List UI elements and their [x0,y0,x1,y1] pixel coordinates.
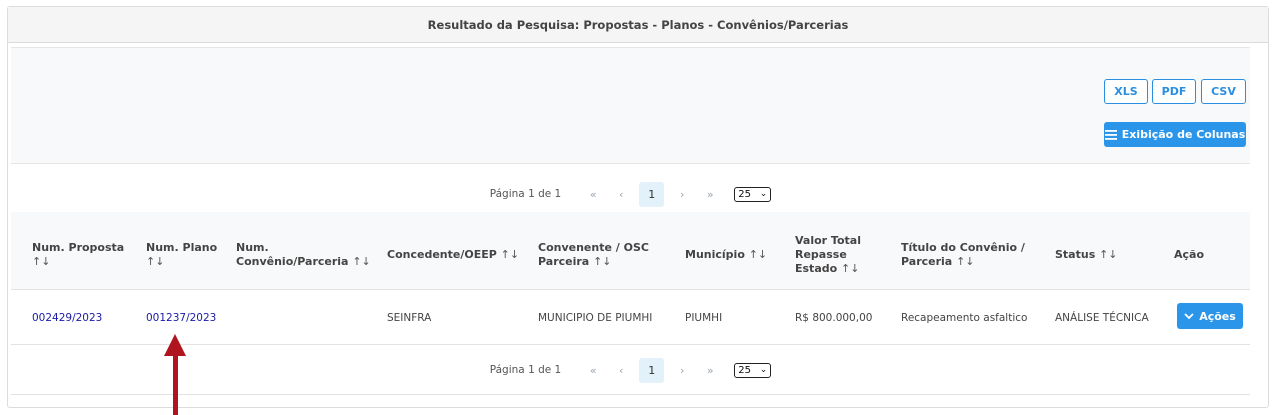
first-page-button[interactable]: « [579,188,607,201]
sort-icon[interactable]: ↑↓ [501,248,519,261]
sort-icon[interactable]: ↑↓ [352,255,370,268]
export-pdf-button[interactable]: PDF [1152,79,1196,104]
prev-page-button[interactable]: ‹ [607,364,635,377]
valor-cell: R$ 800.000,00 [795,312,873,324]
export-csv-button[interactable]: CSV [1201,79,1246,104]
municipio-cell: PIUMHI [685,312,723,324]
panel-title: Resultado da Pesquisa: Propostas - Plano… [8,7,1268,43]
page-size-value: 25 [738,188,751,200]
first-page-button[interactable]: « [579,364,607,377]
col-status[interactable]: Status ↑↓ [1055,248,1118,262]
col-valor-total[interactable]: Valor Total Repasse Estado ↑↓ [795,234,861,276]
sort-icon[interactable]: ↑↓ [146,255,217,269]
col-titulo[interactable]: Título do Convênio / Parceria ↑↓ [901,241,1025,269]
concedente-cell: SEINFRA [387,312,432,324]
proposta-link[interactable]: 002429/2023 [32,312,102,324]
chevron-down-icon: ⌄ [759,365,768,375]
list-icon [1104,129,1117,140]
col-concedente[interactable]: Concedente/OEEP ↑↓ [387,248,519,262]
chevron-down-icon: ⌄ [759,189,768,199]
page-info: Página 1 de 1 [489,364,562,376]
col-num-plano[interactable]: Num. Plano ↑↓ [146,241,217,269]
export-toolbar [11,47,1250,164]
prev-page-button[interactable]: ‹ [607,188,635,201]
actions-button[interactable]: Ações [1177,303,1243,329]
pagination-bottom: Página 1 de 1 « ‹ 1 › » 25 ⌄ [11,356,1250,384]
sort-icon[interactable]: ↑↓ [32,255,124,269]
status-cell: ANÁLISE TÉCNICA [1055,312,1149,324]
plano-link[interactable]: 001237/2023 [146,312,216,324]
table-row: 002429/2023 001237/2023 SEINFRA MUNICIPI… [11,289,1250,345]
table-bottom-divider [11,394,1250,395]
col-convenente[interactable]: Convenente / OSC Parceira ↑↓ [538,241,649,269]
col-acao: Ação [1174,248,1205,261]
actions-label: Ações [1199,309,1236,323]
sort-icon[interactable]: ↑↓ [1099,248,1117,261]
page-size-select[interactable]: 25 ⌄ [734,362,772,378]
column-display-button[interactable]: Exibição de Colunas [1104,122,1246,147]
sort-icon[interactable]: ↑↓ [749,248,767,261]
page-size-value: 25 [738,364,751,376]
page-1-button[interactable]: 1 [639,181,665,207]
sort-icon[interactable]: ↑↓ [593,255,611,268]
col-municipio[interactable]: Município ↑↓ [685,248,767,262]
titulo-cell: Recapeamento asfaltico [901,312,1028,324]
next-page-button[interactable]: › [668,188,696,201]
sort-icon[interactable]: ↑↓ [956,255,974,268]
next-page-button[interactable]: › [668,364,696,377]
last-page-button[interactable]: » [696,364,724,377]
convenente-cell: MUNICIPIO DE PIUMHI [538,312,653,324]
page-1-button[interactable]: 1 [639,357,665,383]
col-num-proposta[interactable]: Num. Proposta ↑↓ [32,241,124,269]
chevron-down-icon [1184,312,1194,319]
col-num-convenio[interactable]: Num. Convênio/Parceria ↑↓ [236,241,371,269]
pagination-top: Página 1 de 1 « ‹ 1 › » 25 ⌄ [11,180,1250,208]
page-info: Página 1 de 1 [489,188,562,200]
sort-icon[interactable]: ↑↓ [841,262,859,275]
export-xls-button[interactable]: XLS [1104,79,1148,104]
annotation-arrow-icon [164,334,186,415]
page-size-select[interactable]: 25 ⌄ [734,186,772,202]
table-header: Num. Proposta ↑↓ Num. Plano ↑↓ Num. Conv… [11,212,1250,290]
column-display-label: Exibição de Colunas [1121,128,1246,141]
last-page-button[interactable]: » [696,188,724,201]
